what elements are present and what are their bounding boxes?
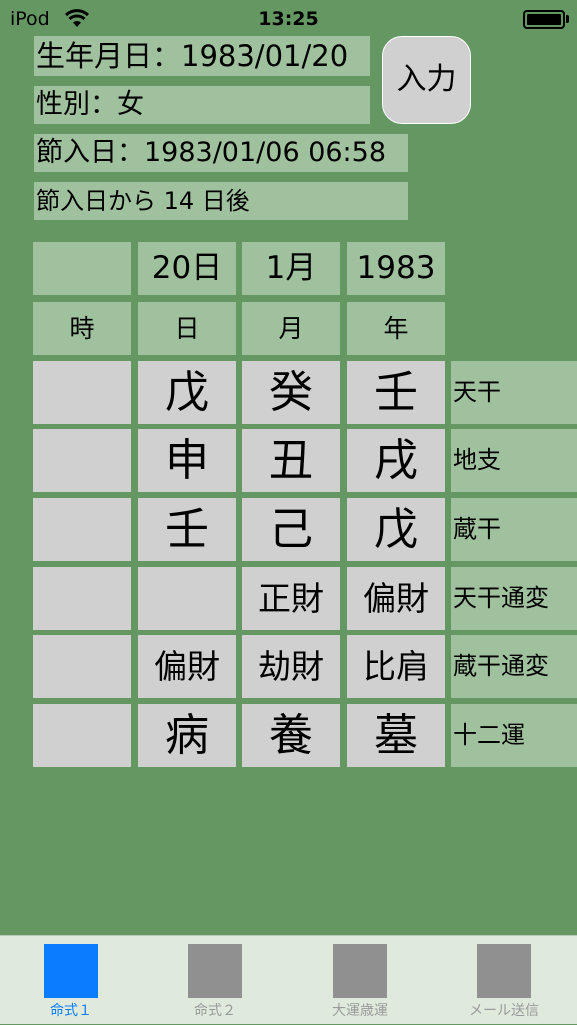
tab-3[interactable]: 大運歳運 bbox=[290, 936, 430, 1025]
cell-year: 比肩 bbox=[347, 635, 445, 698]
cell-month: 劫財 bbox=[242, 635, 340, 698]
tab-label: 大運歳運 bbox=[332, 1003, 388, 1019]
row-label: 天干通変 bbox=[451, 567, 577, 630]
setsuiri-date-label: 節入日：1983/01/06 06:58 bbox=[34, 134, 408, 172]
cell-day: 偏財 bbox=[138, 635, 236, 698]
tab-4[interactable]: メール送信 bbox=[434, 936, 574, 1025]
cell-hour bbox=[33, 498, 131, 561]
row-label: 天干 bbox=[451, 361, 577, 424]
pillar-header-month: 月 bbox=[242, 302, 340, 355]
cell-day bbox=[138, 567, 236, 630]
row-label: 地支 bbox=[451, 429, 577, 492]
gender-label: 性別：女 bbox=[34, 86, 370, 124]
row-label: 十二運 bbox=[451, 704, 577, 767]
tab-label: 命式１ bbox=[50, 1003, 92, 1019]
cell-hour bbox=[33, 635, 131, 698]
tab-label: 命式２ bbox=[194, 1003, 236, 1019]
pillar-header-hour: 時 bbox=[33, 302, 131, 355]
cell-day: 壬 bbox=[138, 498, 236, 561]
date-header-hour bbox=[33, 242, 131, 295]
tab-square-icon bbox=[477, 944, 531, 998]
cell-day: 戊 bbox=[138, 361, 236, 424]
cell-month: 正財 bbox=[242, 567, 340, 630]
pillar-header-year: 年 bbox=[347, 302, 445, 355]
battery-cap bbox=[566, 15, 569, 23]
date-header-month: 1月 bbox=[242, 242, 340, 295]
cell-hour bbox=[33, 361, 131, 424]
cell-month: 癸 bbox=[242, 361, 340, 424]
days-after-label: 節入日から 14 日後 bbox=[34, 182, 408, 220]
pillar-header-day: 日 bbox=[138, 302, 236, 355]
cell-hour bbox=[33, 567, 131, 630]
battery-icon bbox=[523, 10, 565, 29]
tab-square-icon bbox=[44, 944, 98, 998]
tab-bar: 命式１ 命式２ 大運歳運 メール送信 bbox=[0, 935, 577, 1024]
tab-2[interactable]: 命式２ bbox=[145, 936, 285, 1025]
cell-year: 墓 bbox=[347, 704, 445, 767]
tab-square-icon bbox=[188, 944, 242, 998]
cell-year: 戌 bbox=[347, 429, 445, 492]
birth-date-label: 生年月日：1983/01/20 bbox=[34, 36, 370, 76]
row-label: 蔵干通変 bbox=[451, 635, 577, 698]
cell-day: 病 bbox=[138, 704, 236, 767]
cell-year: 戊 bbox=[347, 498, 445, 561]
tab-square-icon bbox=[333, 944, 387, 998]
date-header-year: 1983 bbox=[347, 242, 445, 295]
cell-hour bbox=[33, 704, 131, 767]
cell-year: 壬 bbox=[347, 361, 445, 424]
tab-label: メール送信 bbox=[469, 1003, 539, 1019]
status-bar: iPod 13:25 bbox=[0, 0, 577, 38]
row-label: 蔵干 bbox=[451, 498, 577, 561]
date-header-day: 20日 bbox=[138, 242, 236, 295]
cell-year: 偏財 bbox=[347, 567, 445, 630]
cell-month: 丑 bbox=[242, 429, 340, 492]
battery-level bbox=[527, 14, 561, 25]
input-button[interactable]: 入力 bbox=[382, 36, 471, 124]
cell-month: 養 bbox=[242, 704, 340, 767]
tab-1[interactable]: 命式１ bbox=[1, 936, 141, 1025]
cell-day: 申 bbox=[138, 429, 236, 492]
clock: 13:25 bbox=[258, 8, 319, 30]
cell-month: 己 bbox=[242, 498, 340, 561]
cell-hour bbox=[33, 429, 131, 492]
